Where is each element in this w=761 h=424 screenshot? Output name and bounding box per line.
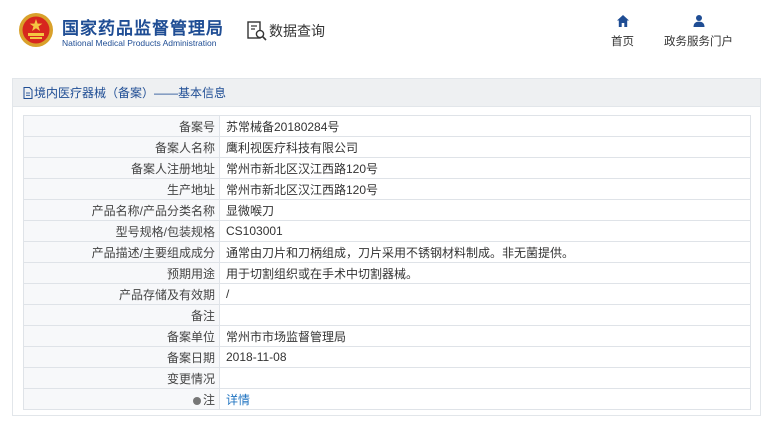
field-value	[219, 304, 751, 326]
table-row: 产品描述/主要组成成分 通常由刀片和刀柄组成，刀片采用不锈钢材料制成。非无菌提供。	[23, 241, 751, 263]
table-row: 注 详情	[23, 388, 751, 410]
field-label: 产品名称/产品分类名称	[23, 199, 220, 221]
nav-service-label: 政务服务门户	[664, 36, 733, 48]
site-subtitle: National Medical Products Administration	[62, 38, 217, 48]
table-row: 产品存储及有效期 /	[23, 283, 751, 305]
field-value: 用于切割组织或在手术中切割器械。	[219, 262, 751, 284]
table-row: 产品名称/产品分类名称 显微喉刀	[23, 199, 751, 221]
field-value: 常州市市场监督管理局	[219, 325, 751, 347]
table-row: 备案人名称 鹰利视医疗科技有限公司	[23, 136, 751, 158]
table-row: 备注	[23, 304, 751, 326]
data-query-link[interactable]: 数据查询	[246, 20, 325, 42]
table-row: 预期用途 用于切割组织或在手术中切割器械。	[23, 262, 751, 284]
field-label: 产品描述/主要组成成分	[23, 241, 220, 263]
user-icon	[693, 15, 704, 27]
field-value: 通常由刀片和刀柄组成，刀片采用不锈钢材料制成。非无菌提供。	[219, 241, 751, 263]
field-label: 备案人注册地址	[23, 157, 220, 179]
field-value: 鹰利视医疗科技有限公司	[219, 136, 751, 158]
field-label: 备案日期	[23, 346, 220, 368]
emblem-logo	[19, 13, 53, 47]
field-label: 变更情况	[23, 367, 220, 389]
nav-service-portal[interactable]: 政务服务门户	[664, 14, 733, 49]
record-table: 备案号 苏常械备20180284号 备案人名称 鹰利视医疗科技有限公司 备案人注册地…	[23, 115, 751, 410]
field-label: 型号规格/包装规格	[23, 220, 220, 242]
field-label: 预期用途	[23, 262, 220, 284]
field-value: 显微喉刀	[219, 199, 751, 221]
field-label: 备案单位	[23, 325, 220, 347]
field-value: /	[219, 283, 751, 305]
bullet-icon	[192, 396, 201, 405]
field-label: 备案号	[23, 115, 220, 137]
field-label: 备案人名称	[23, 136, 220, 158]
field-value: CS103001	[219, 220, 751, 242]
field-value: 2018-11-08	[219, 346, 751, 368]
field-label: 产品存储及有效期	[23, 283, 220, 305]
nav-home[interactable]: 首页	[611, 14, 634, 49]
table-row: 备案人注册地址 常州市新北区汉江西路120号	[23, 157, 751, 179]
field-label: 备注	[23, 304, 220, 326]
table-row: 变更情况	[23, 367, 751, 389]
document-search-icon	[247, 21, 267, 41]
home-icon	[616, 15, 629, 27]
field-value	[219, 367, 751, 389]
record-panel: 境内医疗器械（备案）——基本信息 备案号 苏常械备20180284号 备案人名称鹰…	[12, 78, 761, 416]
note-value-cell: 详情	[219, 388, 751, 410]
panel-header: 境内医疗器械（备案）——基本信息	[13, 79, 760, 107]
data-query-label: 数据查询	[269, 23, 325, 39]
document-icon	[23, 86, 33, 99]
table-row: 备案日期 2018-11-08	[23, 346, 751, 368]
field-label: 生产地址	[23, 178, 220, 200]
panel-title: 境内医疗器械（备案）——基本信息	[34, 86, 227, 100]
details-link[interactable]: 详情	[226, 393, 250, 407]
note-label-cell: 注	[23, 388, 220, 410]
table-row: 备案单位 常州市市场监督管理局	[23, 325, 751, 347]
field-value: 苏常械备20180284号	[219, 115, 751, 137]
table-row: 型号规格/包装规格 CS103001	[23, 220, 751, 242]
table-row: 备案号 苏常械备20180284号	[23, 115, 751, 137]
field-value: 常州市新北区汉江西路120号	[219, 157, 751, 179]
note-label: 注	[202, 392, 215, 407]
table-row: 生产地址 常州市新北区汉江西路120号	[23, 178, 751, 200]
nav-home-label: 首页	[611, 36, 634, 48]
site-header: 国家药品监督管理局 National Medical Products Admi…	[0, 0, 761, 66]
field-value: 常州市新北区汉江西路120号	[219, 178, 751, 200]
site-title: 国家药品监督管理局	[62, 19, 224, 38]
